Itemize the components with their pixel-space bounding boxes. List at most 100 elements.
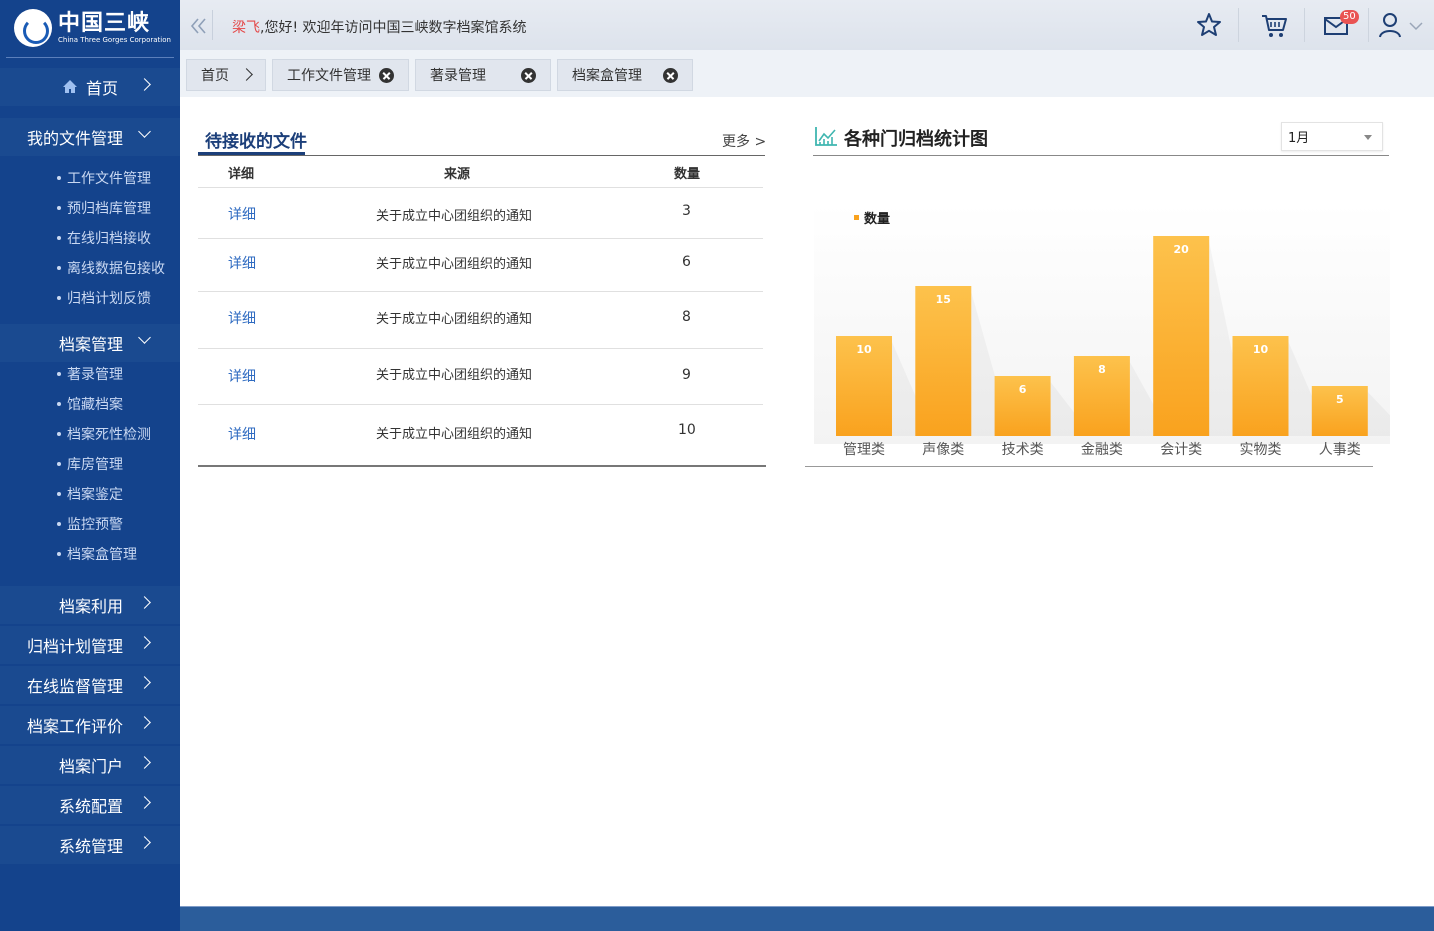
panel-bottom-border: [198, 465, 766, 467]
bar-chart: 数量 10 管理类 15 声像类 6 技术类 8 金融类 20 会计类 10 实物类 5 人事类: [814, 204, 1390, 458]
month-select[interactable]: 1月: [1281, 122, 1383, 151]
nav-system-mgmt[interactable]: 系统管理: [0, 826, 180, 864]
caret-down-icon: [1364, 135, 1372, 140]
nav-sub-item[interactable]: 档案盒管理: [57, 544, 137, 564]
bullet-icon: [57, 462, 61, 466]
chevron-down-icon: [138, 125, 151, 138]
nav-sub-item[interactable]: 档案鉴定: [57, 484, 123, 504]
detail-link[interactable]: 详细: [228, 308, 256, 328]
nav-sub-label: 档案死性检测: [67, 427, 151, 443]
nav-label: 系统配置: [58, 797, 123, 816]
x-tick-label: 人事类: [1319, 442, 1361, 458]
nav-sub-item[interactable]: 在线归档接收: [57, 228, 151, 248]
nav-label: 归档计划管理: [26, 637, 123, 656]
chevron-right-icon: [138, 78, 151, 91]
column-header: 数量: [674, 167, 701, 182]
source-cell: 关于成立中心团组织的通知: [376, 257, 533, 272]
brand-name-en: China Three Gorges Corporation: [58, 35, 171, 44]
cart-icon[interactable]: [1259, 10, 1289, 40]
nav-system-config[interactable]: 系统配置: [0, 786, 180, 824]
nav-archive-plan[interactable]: 归档计划管理: [0, 626, 180, 664]
tab-label: 档案盒管理: [572, 68, 642, 84]
nav-sub-label: 在线归档接收: [67, 231, 151, 247]
tab-home[interactable]: 首页: [186, 59, 266, 91]
nav-label: 在线监督管理: [26, 677, 123, 696]
nav-sub-label: 预归档库管理: [67, 201, 151, 217]
logo-mark-icon: [14, 9, 52, 47]
bullet-icon: [57, 236, 61, 240]
panel-divider: [198, 155, 765, 156]
nav-archive-portal[interactable]: 档案门户: [0, 746, 180, 784]
chevron-down-icon[interactable]: [1408, 18, 1424, 34]
nav-archive-use[interactable]: 档案利用: [0, 586, 180, 624]
bar-value-label: 8: [1098, 363, 1106, 376]
nav-sub-item[interactable]: 工作文件管理: [57, 168, 151, 188]
bar[interactable]: [1153, 236, 1210, 436]
column-header: 来源: [444, 167, 471, 182]
tab-catalog[interactable]: 著录管理: [415, 59, 551, 91]
close-icon[interactable]: [521, 68, 536, 83]
pending-files-title: 待接收的文件: [205, 132, 307, 152]
nav-sub-item[interactable]: 预归档库管理: [57, 198, 151, 218]
bar-value-label: 20: [1174, 243, 1190, 256]
tab-work-files[interactable]: 工作文件管理: [272, 59, 409, 91]
chevron-right-icon: [240, 68, 253, 81]
table-row: 详细 关于成立中心团组织的通知 3: [198, 188, 763, 239]
bullet-icon: [57, 206, 61, 210]
nav-my-files-label: 我的文件管理: [26, 129, 123, 148]
tab-label: 工作文件管理: [287, 68, 371, 84]
close-icon[interactable]: [663, 68, 678, 83]
bullet-icon: [57, 176, 61, 180]
chart-icon: [815, 127, 837, 146]
table-row: 详细 关于成立中心团组织的通知 6: [198, 239, 763, 292]
divider: [1368, 8, 1369, 42]
divider: [212, 10, 213, 40]
nav-sub-item[interactable]: 库房管理: [57, 454, 123, 474]
nav-sub-item[interactable]: 归档计划反馈: [57, 288, 151, 308]
nav-sub-label: 监控预警: [67, 517, 123, 533]
qty-cell: 9: [682, 367, 691, 383]
nav-sub-item[interactable]: 离线数据包接收: [57, 258, 165, 278]
detail-link[interactable]: 详细: [228, 366, 256, 386]
chevron-right-icon: [138, 796, 151, 809]
welcome-text: ,您好! 欢迎年访问中国三峡数字档案馆系统: [260, 20, 527, 36]
nav-sub-label: 馆藏档案: [67, 397, 123, 413]
star-icon[interactable]: [1194, 10, 1224, 40]
bar-value-label: 5: [1336, 393, 1344, 406]
bullet-icon: [57, 402, 61, 406]
bar-value-label: 6: [1019, 383, 1027, 396]
table-row: 详细 关于成立中心团组织的通知 10: [198, 405, 763, 465]
mail-badge: 50: [1340, 10, 1359, 24]
qty-cell: 6: [682, 254, 691, 270]
detail-link[interactable]: 详细: [228, 204, 256, 224]
nav-sub-label: 档案鉴定: [67, 487, 123, 503]
more-link[interactable]: 更多 >: [722, 131, 766, 151]
detail-link[interactable]: 详细: [228, 424, 256, 444]
brand-logo[interactable]: 中国三峡 China Three Gorges Corporation: [0, 0, 180, 56]
nav-sub-item[interactable]: 著录管理: [57, 364, 123, 384]
column-header: 详细: [228, 167, 255, 182]
nav-sub-item[interactable]: 馆藏档案: [57, 394, 123, 414]
detail-link[interactable]: 详细: [228, 253, 256, 273]
nav-label: 档案工作评价: [26, 717, 123, 736]
qty-cell: 10: [678, 422, 696, 438]
close-icon[interactable]: [379, 68, 394, 83]
nav-home[interactable]: 首页: [0, 68, 180, 106]
nav-my-files[interactable]: 我的文件管理: [0, 118, 180, 156]
nav-online-supervision[interactable]: 在线监督管理: [0, 666, 180, 704]
tab-archive-box[interactable]: 档案盒管理: [557, 59, 693, 91]
nav-sub-item[interactable]: 监控预警: [57, 514, 123, 534]
chart-bottom-border: [805, 466, 1373, 467]
double-chevron-left-icon[interactable]: [190, 17, 208, 35]
nav-label: 档案门户: [58, 757, 123, 776]
nav-archive-mgmt[interactable]: 档案管理: [0, 324, 180, 362]
bar[interactable]: [915, 286, 972, 436]
nav-sub-item[interactable]: 档案死性检测: [57, 424, 151, 444]
table-row: 详细 关于成立中心团组织的通知 8: [198, 292, 763, 349]
bullet-icon: [57, 372, 61, 376]
x-tick-label: 金融类: [1081, 442, 1123, 458]
nav-sub-label: 归档计划反馈: [67, 291, 151, 307]
user-icon[interactable]: [1375, 10, 1405, 40]
nav-work-evaluation[interactable]: 档案工作评价: [0, 706, 180, 744]
panel-divider: [813, 155, 1389, 156]
